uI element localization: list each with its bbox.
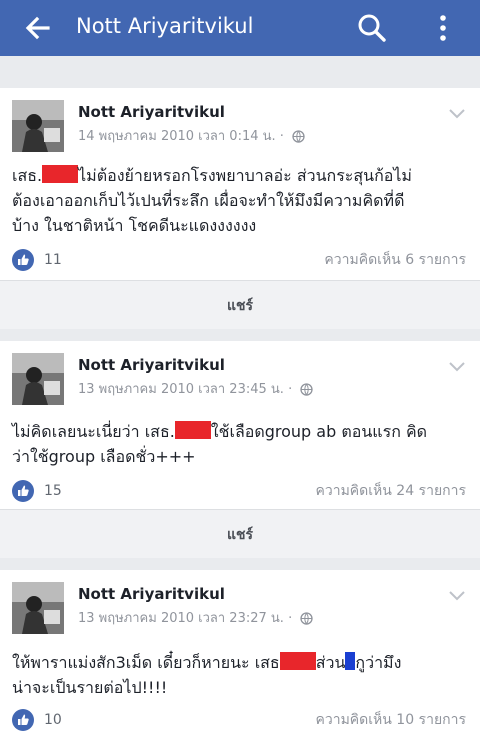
like-count[interactable]: 10 (44, 711, 62, 729)
comment-count[interactable]: ความคิดเห็น 6 รายการ (324, 251, 466, 269)
post-author[interactable]: Nott Ariyaritvikul (78, 355, 225, 375)
share-bar[interactable]: แชร์ (0, 509, 480, 558)
page-title: Nott Ariyaritvikul (76, 14, 254, 38)
search-icon[interactable] (354, 10, 390, 46)
post-timestamp[interactable]: 14 พฤษภาคม 2010 เวลา 0:14 น. · (78, 128, 305, 146)
text-segment: เสธ. (12, 166, 43, 185)
redaction-box (279, 652, 316, 670)
text-segment: ไม่คิดเลยนะเนี่ยว่า เสธ. (12, 422, 175, 441)
post-timestamp[interactable]: 13 พฤษภาคม 2010 เวลา 23:27 น. · (78, 610, 313, 628)
post-card: Nott Ariyaritvikul 13 พฤษภาคม 2010 เวลา … (0, 570, 480, 745)
post-text: เสธ. ไม่ต้องย้ายหรอกโรงพยาบาลอ่ะ ส่วนกระส… (12, 163, 472, 238)
timestamp-text: 13 พฤษภาคม 2010 เวลา 23:27 น. (78, 611, 284, 626)
share-bar[interactable]: แชร์ (0, 280, 480, 329)
globe-icon (300, 383, 313, 396)
feed-gap (0, 329, 480, 341)
post-text-line: ไม่คิดเลยนะเนี่ยว่า เสธ. ใช้เลือดgroup ab… (12, 419, 472, 444)
post-text: ไม่คิดเลยนะเนี่ยว่า เสธ. ใช้เลือดgroup ab… (12, 419, 472, 469)
text-segment: ให้พาราแม่งสัก3เม็ด เดี๋ยวก็หายนะ เสธ (12, 653, 280, 672)
feed-gap (0, 558, 480, 570)
post-text-line: น่าจะเป็นรายต่อไป!!!! (12, 678, 168, 697)
timestamp-text: 14 พฤษภาคม 2010 เวลา 0:14 น. (78, 129, 276, 144)
post-text-line: ต้องเอาออกเก็บไว้เปนที่ระลึก เผื่อจะทำให… (12, 191, 405, 210)
arrow-left-icon[interactable] (20, 10, 56, 46)
post-text-line: เสธ. ไม่ต้องย้ายหรอกโรงพยาบาลอ่ะ ส่วนกระส… (12, 163, 472, 188)
post-text: ให้พาราแม่งสัก3เม็ด เดี๋ยวก็หายนะ เสธ ส่ว… (12, 650, 472, 700)
chevron-down-icon[interactable] (446, 102, 468, 124)
comment-count[interactable]: ความคิดเห็น 10 รายการ (315, 711, 466, 729)
avatar[interactable] (12, 353, 64, 405)
post-text-line: ว่าใช้group เลือดชั่ว+++ (12, 447, 196, 466)
redaction-box (174, 421, 211, 439)
redaction-box (42, 165, 79, 183)
post-author[interactable]: Nott Ariyaritvikul (78, 584, 225, 604)
post-timestamp[interactable]: 13 พฤษภาคม 2010 เวลา 23:45 น. · (78, 381, 313, 399)
post-card: Nott Ariyaritvikul 14 พฤษภาคม 2010 เวลา … (0, 88, 480, 280)
post-card: Nott Ariyaritvikul 13 พฤษภาคม 2010 เวลา … (0, 341, 480, 509)
more-vertical-icon[interactable] (428, 10, 458, 46)
like-icon[interactable] (12, 709, 34, 731)
like-icon[interactable] (12, 480, 34, 502)
like-icon[interactable] (12, 249, 34, 271)
text-segment: ใช้เลือดgroup ab ตอนแรก คิด (210, 422, 428, 441)
redaction-box (345, 652, 356, 670)
like-count[interactable]: 11 (44, 251, 62, 269)
text-segment: ไม่ต้องย้ายหรอกโรงพยาบาลอ่ะ ส่วนกระสุนก้… (78, 166, 412, 185)
like-count[interactable]: 15 (44, 482, 62, 500)
avatar[interactable] (12, 100, 64, 152)
avatar[interactable] (12, 582, 64, 634)
chevron-down-icon[interactable] (446, 355, 468, 377)
app-header: Nott Ariyaritvikul (0, 0, 480, 56)
comment-count[interactable]: ความคิดเห็น 24 รายการ (315, 482, 466, 500)
post-text-line: ให้พาราแม่งสัก3เม็ด เดี๋ยวก็หายนะ เสธ ส่ว… (12, 650, 472, 675)
feed-gap (0, 56, 480, 88)
chevron-down-icon[interactable] (446, 584, 468, 606)
share-button[interactable]: แชร์ (0, 295, 480, 317)
text-segment: กูว่ามึง (355, 653, 402, 672)
share-button[interactable]: แชร์ (0, 524, 480, 546)
globe-icon (292, 130, 305, 143)
post-author[interactable]: Nott Ariyaritvikul (78, 102, 225, 122)
text-segment: ส่วน (315, 653, 346, 672)
globe-icon (300, 612, 313, 625)
timestamp-text: 13 พฤษภาคม 2010 เวลา 23:45 น. (78, 382, 284, 397)
post-text-line: บ้าง ในชาติหน้า โชคดีนะแดงงงงงง (12, 216, 257, 235)
